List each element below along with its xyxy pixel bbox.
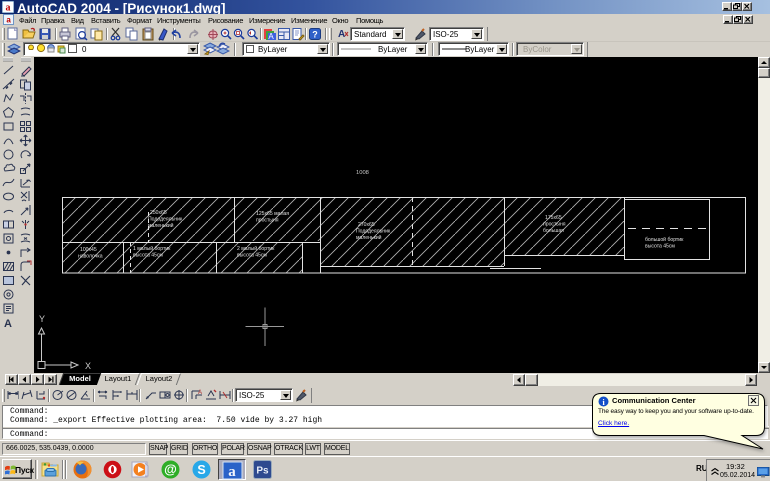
svg-text:простыня: простыня	[256, 218, 279, 224]
svg-text:маленький: маленький	[148, 222, 174, 229]
svg-text:@: @	[164, 462, 177, 477]
svg-text:270х65: 270х65	[358, 222, 375, 228]
svg-text:250х65: 250х65	[150, 210, 167, 216]
svg-text:наволочка: наволочка	[78, 254, 103, 260]
svg-text:высота 45см: высота 45см	[237, 253, 267, 259]
svg-text:простыня: простыня	[543, 222, 566, 228]
svg-text:125х65 малая: 125х65 малая	[256, 211, 289, 217]
svg-text:a: a	[6, 3, 11, 14]
svg-text:A: A	[268, 32, 274, 41]
svg-text:большой бортик: большой бортик	[645, 236, 684, 243]
svg-text:A: A	[198, 390, 202, 396]
svg-text:высота 45см: высота 45см	[645, 244, 675, 250]
svg-text:высота 45см: высота 45см	[133, 253, 163, 259]
svg-text:1008: 1008	[356, 170, 369, 176]
svg-text:A: A	[338, 29, 345, 40]
svg-text:Y: Y	[39, 314, 45, 324]
svg-text:A: A	[4, 318, 12, 330]
svg-text:2 малый бортик: 2 малый бортик	[237, 245, 275, 252]
svg-text:S: S	[197, 463, 205, 477]
svg-text:100х45: 100х45	[80, 247, 97, 253]
svg-text:Ps: Ps	[256, 466, 269, 477]
svg-text:?: ?	[312, 30, 318, 40]
svg-text:X: X	[85, 361, 91, 371]
svg-text:a: a	[228, 464, 236, 480]
svg-text:большая: большая	[543, 228, 564, 234]
svg-text:175х65: 175х65	[545, 215, 562, 221]
svg-text:Пододеяльник: Пододеяльник	[148, 217, 183, 223]
svg-text:маленький: маленький	[356, 234, 382, 241]
svg-text:Пододеяльник: Пододеяльник	[356, 229, 391, 235]
svg-text:1 малый бортик: 1 малый бортик	[133, 245, 171, 252]
